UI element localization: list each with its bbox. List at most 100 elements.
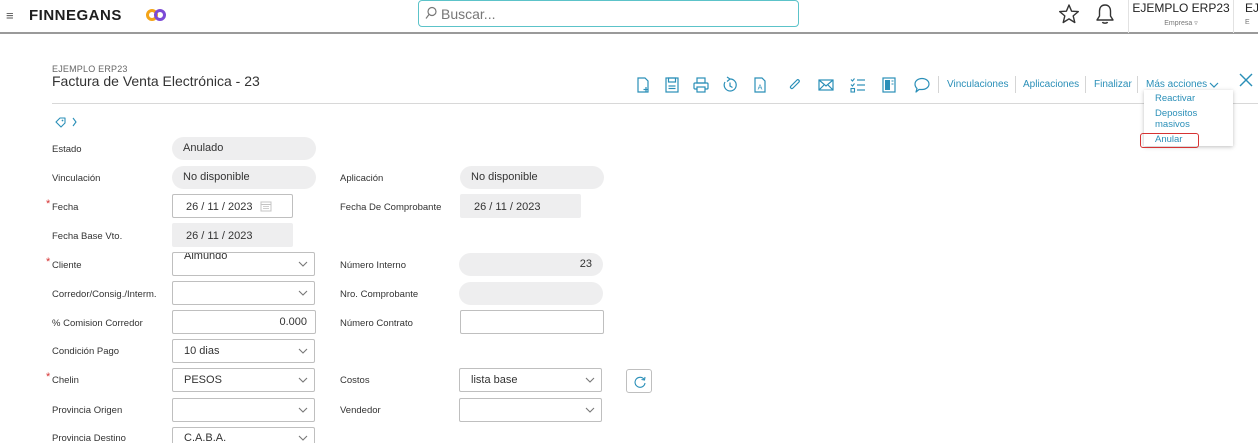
chevron-down-icon	[298, 407, 308, 413]
notebook-icon[interactable]	[880, 76, 898, 94]
menu-item-depositos-masivos-line2[interactable]: masivos	[1155, 120, 1190, 130]
vendedor-select[interactable]	[459, 398, 602, 422]
numero-interno-label: Número Interno	[340, 260, 407, 271]
fecha-value: 26 / 11 / 2023	[186, 201, 253, 213]
costos-value: lista base	[471, 374, 518, 386]
costos-label: Costos	[340, 375, 370, 386]
nro-comprobante-field	[459, 282, 603, 305]
vinculaciones-button[interactable]: Vinculaciones	[947, 79, 1009, 90]
aplicacion-label: Aplicación	[340, 173, 384, 184]
save-icon[interactable]	[663, 76, 681, 94]
required-asterisk: *	[46, 198, 51, 210]
chevron-down-icon	[298, 261, 308, 267]
fecha-input[interactable]: 26 / 11 / 2023	[172, 194, 293, 218]
cliente-select[interactable]: Almundo	[172, 252, 315, 276]
company-sub: Empresa ▿	[1164, 20, 1198, 27]
aplicaciones-button[interactable]: Aplicaciones	[1023, 79, 1079, 90]
finalizar-button[interactable]: Finalizar	[1094, 79, 1132, 90]
chelin-select[interactable]: PESOS	[172, 368, 315, 392]
chevron-down-icon	[298, 377, 308, 383]
star-icon[interactable]	[1058, 3, 1080, 25]
company2-sub: E	[1245, 19, 1250, 26]
chelin-value: PESOS	[184, 374, 222, 386]
toolbar-separator	[1085, 76, 1086, 93]
required-asterisk: *	[46, 256, 51, 268]
toolbar-separator	[1137, 76, 1138, 93]
required-asterisk: *	[46, 371, 51, 383]
fecha-base-field: 26 / 11 / 2023	[172, 223, 293, 247]
toolbar-separator	[938, 76, 939, 93]
anular-highlight	[1140, 133, 1199, 148]
search-icon	[425, 6, 437, 19]
cliente-value: Almundo	[184, 252, 228, 262]
chelin-label: * Chelin	[46, 371, 79, 386]
fecha-label: * Fecha	[46, 198, 79, 213]
company-selector[interactable]: EJEMPLO ERP23 Empresa ▿	[1128, 0, 1234, 33]
menu-icon[interactable]: ≡	[6, 8, 14, 23]
menu-item-reactivar[interactable]: Reactivar	[1155, 94, 1195, 104]
chevron-down-icon[interactable]	[1209, 82, 1219, 89]
estado-field: Anulado	[172, 137, 316, 160]
vendedor-label: Vendedor	[340, 405, 381, 416]
brand-logo-icon	[146, 9, 166, 21]
bell-icon[interactable]	[1094, 2, 1116, 26]
chevron-down-icon	[298, 435, 308, 441]
tag-icon[interactable]	[54, 116, 80, 128]
print-icon[interactable]	[692, 76, 710, 94]
vinculacion-label: Vinculación	[52, 173, 101, 184]
checklist-icon[interactable]	[849, 76, 867, 94]
chelin-label-text: Chelin	[52, 375, 79, 386]
numero-contrato-label: Número Contrato	[340, 318, 413, 329]
menu-item-depositos-masivos[interactable]: Depositos	[1155, 109, 1197, 119]
search-placeholder: Buscar...	[441, 6, 496, 22]
costos-select[interactable]: lista base	[459, 368, 602, 392]
fecha-base-label: Fecha Base Vto.	[52, 231, 123, 242]
chevron-down-icon	[585, 377, 595, 383]
refresh-button[interactable]	[626, 369, 652, 393]
cliente-label-text: Cliente	[52, 260, 82, 271]
calendar-icon[interactable]	[260, 200, 272, 212]
provincia-destino-select[interactable]: C.A.B.A.	[172, 427, 315, 444]
document-a-icon[interactable]: A	[751, 76, 769, 94]
history-icon[interactable]	[721, 76, 739, 94]
attachment-icon[interactable]	[786, 76, 804, 94]
company-selector-secondary[interactable]: EJEMPLO ERP23 E	[1245, 0, 1258, 26]
condicion-pago-value: 10 dias	[184, 345, 220, 357]
estado-label: Estado	[52, 144, 82, 155]
vinculacion-field: No disponible	[172, 166, 316, 189]
page-title: Factura de Venta Electrónica - 23	[52, 73, 260, 89]
chevron-down-icon	[585, 407, 595, 413]
chevron-down-icon	[298, 348, 308, 354]
header-divider	[52, 103, 1258, 104]
fecha-comprobante-field: 26 / 11 / 2023	[460, 194, 581, 218]
fecha-comprobante-label: Fecha De Comprobante	[340, 202, 442, 213]
provincia-origen-select[interactable]	[172, 398, 315, 422]
provincia-destino-label: Provincia Destino	[52, 433, 126, 444]
toolbar-separator	[1015, 76, 1016, 93]
corredor-select[interactable]	[172, 281, 315, 305]
nro-comprobante-label: Nro. Comprobante	[340, 289, 419, 300]
provincia-origen-label: Provincia Origen	[52, 405, 123, 416]
mail-icon[interactable]	[817, 76, 835, 94]
close-icon[interactable]	[1238, 72, 1254, 88]
corredor-label: Corredor/Consig./Interm.	[52, 289, 157, 300]
brand-name[interactable]: FINNEGANS	[29, 7, 122, 24]
top-bar: ≡ FINNEGANS Buscar... EJEMPLO ERP23 Empr…	[0, 0, 1258, 34]
search-input[interactable]: Buscar...	[418, 0, 799, 27]
new-document-icon[interactable]	[634, 76, 652, 94]
condicion-pago-label: Condición Pago	[52, 346, 120, 357]
fecha-label-text: Fecha	[52, 202, 79, 213]
condicion-pago-select[interactable]: 10 dias	[172, 339, 315, 363]
numero-interno-field: 23	[459, 253, 603, 276]
mas-acciones-button[interactable]: Más acciones	[1146, 79, 1207, 90]
chevron-down-icon	[298, 290, 308, 296]
company2-name: EJEMPLO ERP23	[1245, 1, 1258, 15]
numero-contrato-input[interactable]	[460, 310, 604, 334]
provincia-destino-value: C.A.B.A.	[184, 432, 227, 444]
cliente-label: * Cliente	[46, 256, 82, 271]
company-name: EJEMPLO ERP23	[1132, 1, 1230, 15]
refresh-icon	[634, 376, 646, 388]
comision-input[interactable]: 0.000	[172, 310, 316, 334]
comment-icon[interactable]	[913, 76, 931, 94]
svg-text:A: A	[758, 84, 763, 92]
